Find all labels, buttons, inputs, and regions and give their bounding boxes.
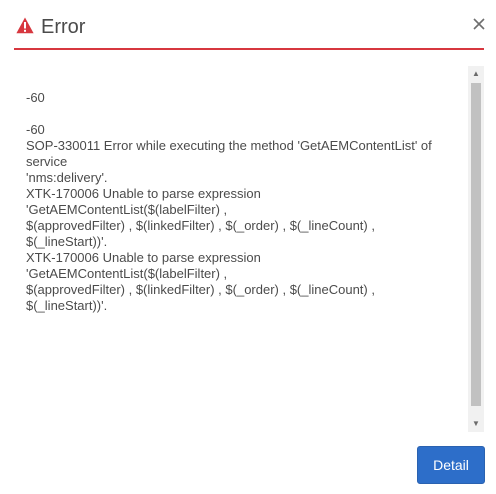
error-dialog: Error -60 -60 SOP-330011 Error while exe… <box>0 0 496 494</box>
scroll-down-arrow-icon[interactable]: ▼ <box>468 416 484 432</box>
scrollbar-thumb[interactable] <box>471 83 481 406</box>
detail-button[interactable]: Detail <box>417 446 485 484</box>
scroll-up-arrow-icon[interactable]: ▲ <box>468 66 484 82</box>
dialog-title: Error <box>41 16 86 38</box>
dialog-header: Error <box>14 0 487 50</box>
error-message: -60 -60 SOP-330011 Error while executing… <box>26 90 432 313</box>
alert-triangle-icon <box>16 17 34 34</box>
vertical-scrollbar[interactable]: ▲ ▼ <box>468 66 484 432</box>
message-panel: -60 -60 SOP-330011 Error while executing… <box>14 66 484 432</box>
close-icon[interactable] <box>471 16 487 32</box>
